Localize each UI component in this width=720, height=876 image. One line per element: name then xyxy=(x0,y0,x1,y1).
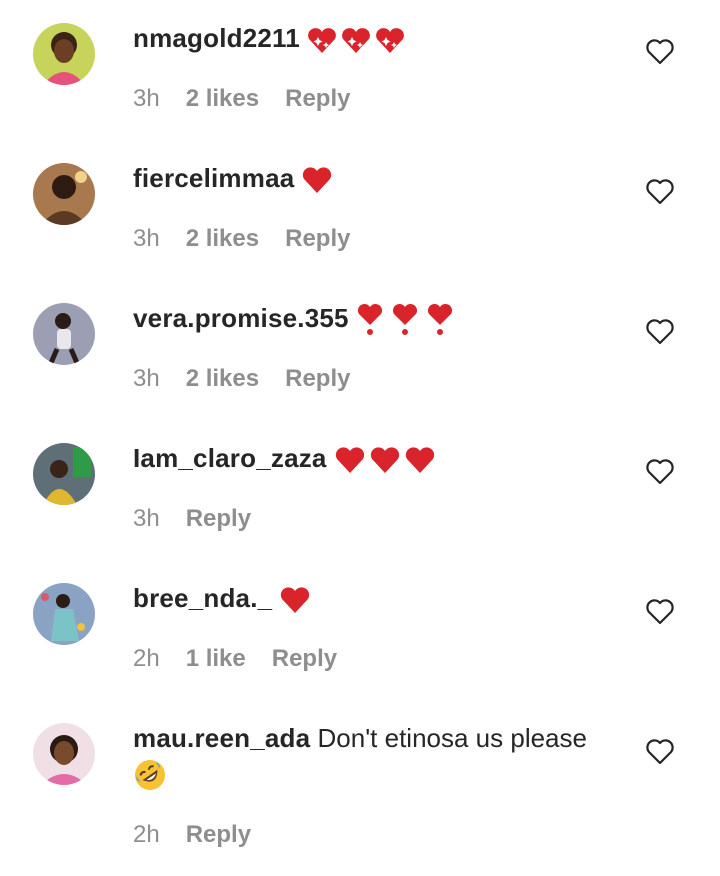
avatar[interactable] xyxy=(33,303,95,365)
comment-meta: 2h Reply xyxy=(133,820,277,850)
comment-username[interactable]: vera.promise.355 xyxy=(133,303,349,333)
comment-body: vera.promise.355 xyxy=(133,300,623,337)
comment-time: 2h xyxy=(133,645,160,672)
comment-likes[interactable]: 2 likes xyxy=(186,84,259,114)
comment-body: fiercelimmaa xyxy=(133,160,623,196)
comment-time: 3h xyxy=(133,225,160,252)
red-heart-emoji xyxy=(278,585,312,615)
comment-username[interactable]: mau.reen_ada xyxy=(133,723,310,753)
comment-username[interactable]: Iam_claro_zaza xyxy=(133,443,327,473)
avatar[interactable] xyxy=(33,443,95,505)
heart-exclamation-emoji xyxy=(355,303,455,337)
comment-time: 2h xyxy=(133,821,160,848)
comment-meta: 3h 2 likes Reply xyxy=(133,224,376,254)
reply-button[interactable]: Reply xyxy=(186,820,251,850)
reply-button[interactable]: Reply xyxy=(285,364,350,394)
comment-body: bree_nda._ xyxy=(133,580,623,616)
comment-meta: 3h Reply xyxy=(133,504,277,534)
comment-username[interactable]: fiercelimmaa xyxy=(133,163,294,193)
reply-button[interactable]: Reply xyxy=(272,644,337,674)
rolling-laughing-emoji xyxy=(133,758,623,797)
heart-outline-icon[interactable] xyxy=(645,598,675,626)
heart-outline-icon[interactable] xyxy=(645,738,675,766)
comment-body: nmagold2211 xyxy=(133,20,623,56)
avatar[interactable] xyxy=(33,723,95,785)
avatar[interactable] xyxy=(33,23,95,85)
heart-outline-icon[interactable] xyxy=(645,458,675,486)
avatar[interactable] xyxy=(33,163,95,225)
comment-text: Don't etinosa us please xyxy=(317,723,587,753)
comment-likes[interactable]: 2 likes xyxy=(186,224,259,254)
heart-outline-icon[interactable] xyxy=(645,318,675,346)
red-heart-emoji xyxy=(333,445,437,475)
comment-time: 3h xyxy=(133,85,160,112)
comment-list: nmagold2211 3h 2 likes Reply fiercelimma… xyxy=(0,0,720,876)
comment-body: Iam_claro_zaza xyxy=(133,440,623,476)
comment-body: mau.reen_ada Don't etinosa us please xyxy=(133,720,623,797)
comment-meta: 3h 2 likes Reply xyxy=(133,364,376,394)
comment-likes[interactable]: 2 likes xyxy=(186,364,259,394)
red-heart-emoji xyxy=(300,165,334,195)
reply-button[interactable]: Reply xyxy=(186,504,251,534)
heart-outline-icon[interactable] xyxy=(645,178,675,206)
reply-button[interactable]: Reply xyxy=(285,224,350,254)
comment-username[interactable]: bree_nda._ xyxy=(133,583,272,613)
avatar[interactable] xyxy=(33,583,95,645)
comment-meta: 3h 2 likes Reply xyxy=(133,84,376,114)
sparkle-heart-emoji xyxy=(306,25,406,55)
comment-meta: 2h 1 like Reply xyxy=(133,644,363,674)
comment-likes[interactable]: 1 like xyxy=(186,644,246,674)
reply-button[interactable]: Reply xyxy=(285,84,350,114)
comment-time: 3h xyxy=(133,365,160,392)
comment-username[interactable]: nmagold2211 xyxy=(133,23,300,53)
comment-time: 3h xyxy=(133,505,160,532)
heart-outline-icon[interactable] xyxy=(645,38,675,66)
